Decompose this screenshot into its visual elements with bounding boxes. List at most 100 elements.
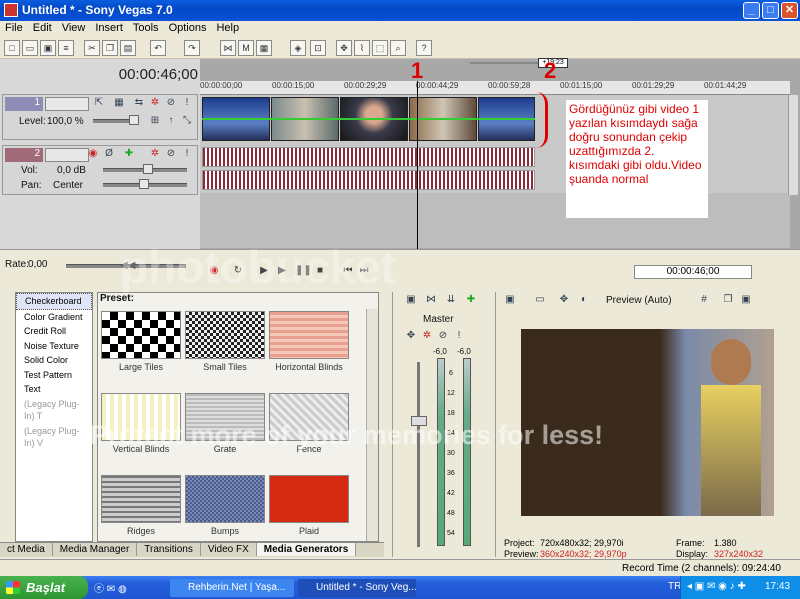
audio-fx-icon[interactable]: ✲: [149, 148, 161, 160]
external-monitor-icon[interactable]: ▭: [534, 294, 546, 306]
preset-ridges[interactable]: Ridges: [100, 473, 182, 543]
go-to-end-icon[interactable]: ⏭: [357, 265, 371, 277]
mixer-downmix-icon[interactable]: ⋈: [425, 294, 437, 306]
envelope-edit-icon[interactable]: ⌇: [354, 40, 370, 56]
tab-transitions[interactable]: Transitions: [137, 543, 201, 556]
mixer-fader[interactable]: [411, 416, 427, 426]
normal-edit-icon[interactable]: ✥: [336, 40, 352, 56]
invert-phase-icon[interactable]: Ø: [103, 148, 115, 160]
motion-icon[interactable]: ⇱: [93, 97, 105, 109]
generator-item[interactable]: (Legacy Plug-In) V: [16, 424, 92, 451]
overlays-icon[interactable]: #: [698, 294, 710, 306]
paste-icon[interactable]: ▤: [120, 40, 136, 56]
firefox-icon[interactable]: ◍: [118, 584, 127, 595]
outlook-icon[interactable]: ✉: [107, 584, 115, 595]
pause-icon[interactable]: ❚❚: [295, 265, 312, 277]
mute-icon[interactable]: ⊘: [165, 97, 177, 109]
generator-list[interactable]: Checkerboard Color Gradient Credit Roll …: [15, 292, 93, 542]
loop-icon[interactable]: ↻: [231, 265, 245, 277]
track-fx-icon[interactable]: ✲: [149, 97, 161, 109]
solo-icon[interactable]: !: [181, 97, 193, 109]
menu-view[interactable]: View: [57, 21, 91, 35]
mixer-fader-track[interactable]: [417, 362, 420, 547]
generator-item[interactable]: Noise Texture: [16, 339, 92, 354]
ignore-grouping-icon[interactable]: ⊡: [310, 40, 326, 56]
menu-help[interactable]: Help: [211, 21, 244, 35]
ie-icon[interactable]: ⓔ: [94, 584, 104, 595]
mixer-dim-icon[interactable]: ⇊: [445, 294, 457, 306]
tab-media-generators[interactable]: Media Generators: [256, 543, 357, 556]
lock-envelopes-icon[interactable]: ◈: [290, 40, 306, 56]
generator-item[interactable]: Credit Roll: [16, 324, 92, 339]
properties-icon[interactable]: ≡: [58, 40, 74, 56]
autoripple-icon[interactable]: ▦: [256, 40, 272, 56]
whats-this-icon[interactable]: ?: [416, 40, 432, 56]
up-arrow-icon[interactable]: ↑: [165, 115, 177, 127]
mixer-pan-icon[interactable]: ✥: [405, 330, 417, 342]
preset-bumps[interactable]: Bumps: [184, 473, 266, 543]
snap-icon[interactable]: M: [238, 40, 254, 56]
generator-item[interactable]: (Legacy Plug-In) T: [16, 397, 92, 424]
preset-scrollbar[interactable]: [366, 309, 378, 541]
preset-plaid[interactable]: Plaid: [268, 473, 350, 543]
copy-snapshot-icon[interactable]: ❐: [722, 294, 734, 306]
selection-edit-icon[interactable]: ⬚: [372, 40, 388, 56]
time-ruler[interactable]: 00:00:00;00 00:00:15;00 00:00:29;29 00:0…: [200, 81, 790, 95]
copy-icon[interactable]: ❐: [102, 40, 118, 56]
video-track-header[interactable]: 1 ⇱ ▦ ⇆ ✲ ⊘ ! Level: 100,0 % ⊞ ↑ ⤡: [2, 94, 198, 140]
task-sony-vegas[interactable]: Untitled * - Sony Veg...: [298, 579, 416, 597]
tray-icons[interactable]: ◂ ▣ ✉ ◉ ♪ ✚: [687, 581, 746, 592]
compositing-icon[interactable]: ▦: [113, 97, 125, 109]
timeline-vscroll[interactable]: [788, 95, 798, 195]
level-slider-knob[interactable]: [129, 115, 139, 125]
menu-tools[interactable]: Tools: [128, 21, 164, 35]
preset-fence[interactable]: Fence: [268, 391, 350, 461]
minimize-button[interactable]: _: [743, 2, 760, 19]
generator-item[interactable]: Test Pattern: [16, 368, 92, 383]
menu-options[interactable]: Options: [164, 21, 212, 35]
pan-slider-knob[interactable]: [139, 179, 149, 189]
play-icon[interactable]: ▶: [275, 265, 289, 277]
render-icon[interactable]: ⋈: [220, 40, 236, 56]
record-icon[interactable]: ◉: [207, 265, 221, 277]
maximize-button[interactable]: □: [762, 2, 779, 19]
play-from-start-icon[interactable]: ▶: [257, 265, 271, 277]
tab-media[interactable]: ct Media: [0, 543, 53, 556]
task-rehberin[interactable]: Rehberin.Net | Yaşa...: [170, 579, 294, 597]
tab-media-manager[interactable]: Media Manager: [53, 543, 138, 556]
expand-icon[interactable]: ⤡: [181, 115, 193, 127]
close-button[interactable]: ✕: [781, 2, 798, 19]
generator-item[interactable]: Text: [16, 382, 92, 397]
preset-large-tiles[interactable]: Large Tiles: [100, 309, 182, 379]
generator-item[interactable]: Solid Color: [16, 353, 92, 368]
preset-grate[interactable]: Grate: [184, 391, 266, 461]
redo-icon[interactable]: ↷: [184, 40, 200, 56]
cut-icon[interactable]: ✂: [84, 40, 100, 56]
pan-icon[interactable]: ✚: [123, 148, 135, 160]
mixer-solo-icon[interactable]: !: [453, 330, 465, 342]
composite-mode-icon[interactable]: ⇆: [133, 97, 145, 109]
mixer-fx-icon[interactable]: ✲: [421, 330, 433, 342]
undo-icon[interactable]: ↶: [150, 40, 166, 56]
rate-slider-thumb-icon[interactable]: ◀◀: [120, 260, 135, 271]
generator-item[interactable]: Checkerboard: [16, 293, 92, 310]
new-icon[interactable]: □: [4, 40, 20, 56]
start-button[interactable]: Başlat: [0, 576, 88, 599]
arm-record-icon[interactable]: ◉: [87, 148, 99, 160]
audio-track-header[interactable]: 2 ◉ Ø ✚ ✲ ⊘ ! Vol: 0,0 dB Pan: Center: [2, 145, 198, 195]
save-snapshot-icon[interactable]: ▣: [740, 294, 752, 306]
generator-item[interactable]: Color Gradient: [16, 310, 92, 325]
preset-vertical-blinds[interactable]: Vertical Blinds: [100, 391, 182, 461]
track-motion-icon[interactable]: ⊞: [149, 115, 161, 127]
preview-quality-dropdown[interactable]: Preview (Auto): [606, 295, 672, 306]
mixer-mute-icon[interactable]: ⊘: [437, 330, 449, 342]
save-icon[interactable]: ▣: [40, 40, 56, 56]
vol-slider-knob[interactable]: [143, 164, 153, 174]
audio-waveform-right[interactable]: [202, 170, 535, 190]
menu-file[interactable]: File: [0, 21, 28, 35]
audio-mute-icon[interactable]: ⊘: [165, 148, 177, 160]
preset-horizontal-blinds[interactable]: Horizontal Blinds: [268, 309, 350, 379]
split-screen-icon[interactable]: ◐: [578, 294, 590, 306]
audio-waveform-left[interactable]: [202, 147, 535, 167]
audio-solo-icon[interactable]: !: [181, 148, 193, 160]
